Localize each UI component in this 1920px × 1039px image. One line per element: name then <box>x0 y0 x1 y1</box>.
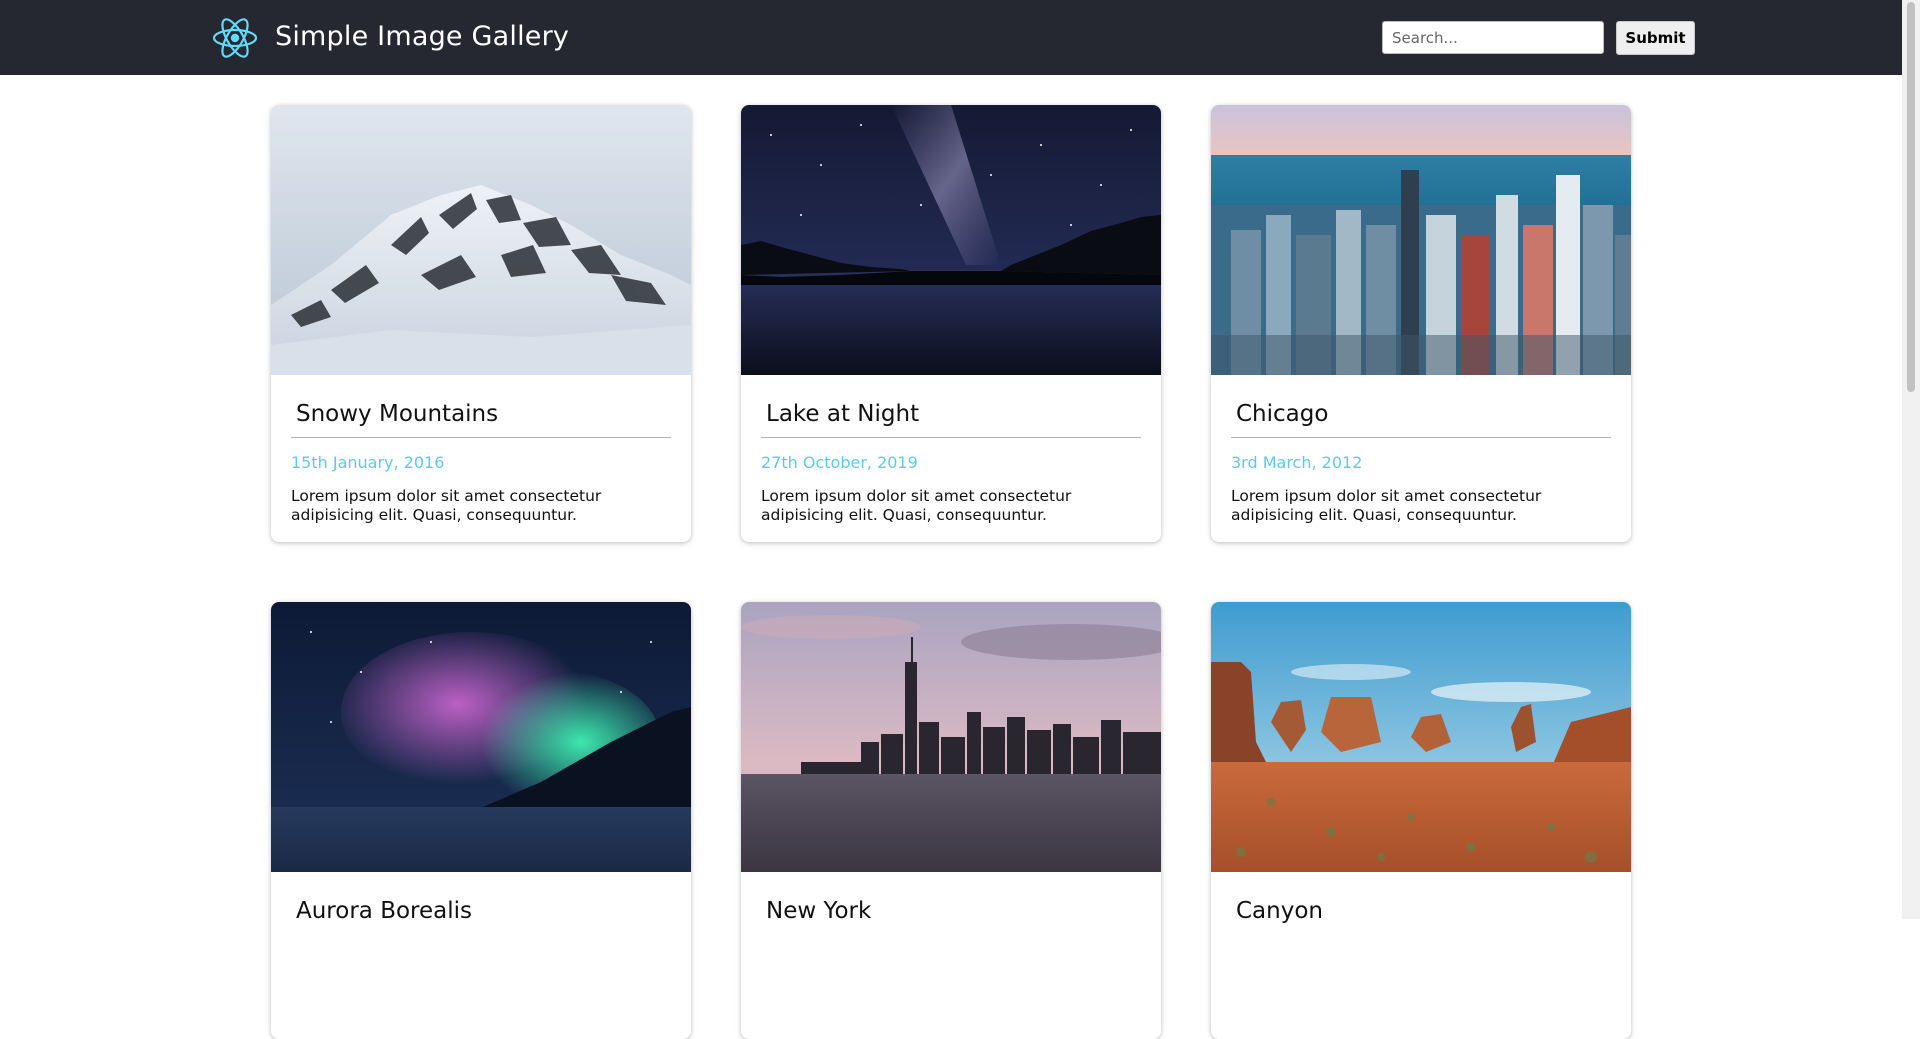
card-divider <box>761 437 1141 438</box>
image-gallery-grid: Snowy Mountains 15th January, 2016 Lorem… <box>271 105 1631 1039</box>
card-description: Lorem ipsum dolor sit amet consectetur a… <box>291 487 602 524</box>
card-date: 27th October, 2019 <box>761 453 918 472</box>
card-title: Aurora Borealis <box>296 898 473 924</box>
card-body: Lake at Night 27th October, 2019 Lorem i… <box>741 375 1161 542</box>
aurora-borealis-photo <box>271 602 691 872</box>
canyon-photo <box>1211 602 1631 872</box>
gallery-card[interactable]: Chicago 3rd March, 2012 Lorem ipsum dolo… <box>1211 105 1631 542</box>
page-scrollbar[interactable] <box>1902 0 1920 919</box>
new-york-photo <box>741 602 1161 872</box>
gallery-card[interactable]: Lake at Night 27th October, 2019 Lorem i… <box>741 105 1161 542</box>
gallery-card[interactable]: New York <box>741 602 1161 1039</box>
card-date: 15th January, 2016 <box>291 453 445 472</box>
card-title: New York <box>766 898 872 924</box>
lake-at-night-photo <box>741 105 1161 375</box>
scrollbar-thumb[interactable] <box>1907 2 1915 392</box>
card-title: Canyon <box>1236 898 1323 924</box>
gallery-card[interactable]: Canyon <box>1211 602 1631 1039</box>
chicago-photo <box>1211 105 1631 375</box>
top-navbar: Simple Image Gallery Submit <box>0 0 1902 75</box>
gallery-card[interactable]: Aurora Borealis <box>271 602 691 1039</box>
card-date: 3rd March, 2012 <box>1231 453 1363 472</box>
card-title: Lake at Night <box>766 401 920 427</box>
gallery-card[interactable]: Snowy Mountains 15th January, 2016 Lorem… <box>271 105 691 542</box>
card-body: Snowy Mountains 15th January, 2016 Lorem… <box>271 375 691 542</box>
card-divider <box>291 437 671 438</box>
card-divider <box>1231 437 1611 438</box>
snowy-mountains-photo <box>271 105 691 375</box>
react-atom-icon[interactable] <box>211 14 259 62</box>
card-body: New York <box>741 872 1161 1039</box>
card-description: Lorem ipsum dolor sit amet consectetur a… <box>1231 487 1542 524</box>
card-body: Canyon <box>1211 872 1631 1039</box>
card-description: Lorem ipsum dolor sit amet consectetur a… <box>761 487 1072 524</box>
card-title: Snowy Mountains <box>296 401 499 427</box>
card-title: Chicago <box>1236 401 1329 427</box>
card-body: Chicago 3rd March, 2012 Lorem ipsum dolo… <box>1211 375 1631 542</box>
card-body: Aurora Borealis <box>271 872 691 1039</box>
submit-button[interactable]: Submit <box>1616 21 1695 55</box>
search-input[interactable] <box>1382 21 1604 54</box>
app-title: Simple Image Gallery <box>275 21 570 52</box>
